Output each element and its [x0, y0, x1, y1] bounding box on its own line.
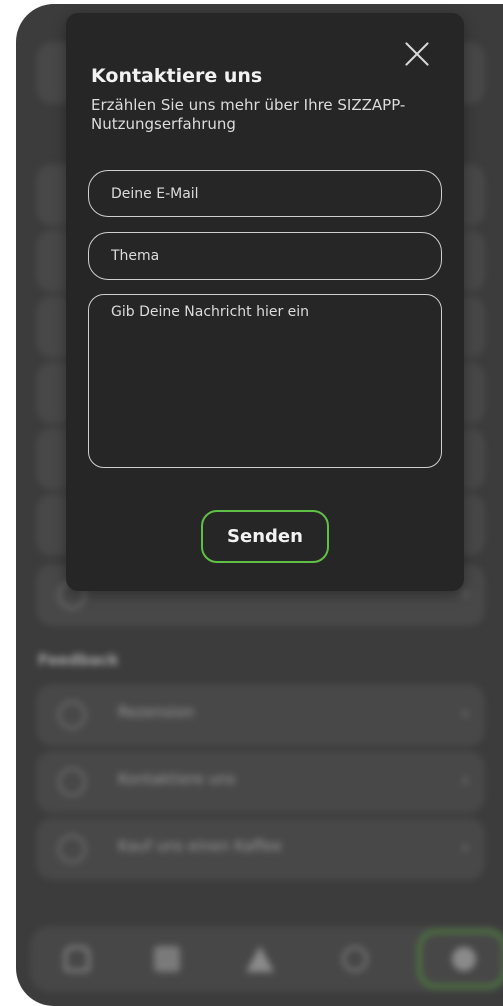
chevron-right-icon: ›	[461, 583, 469, 604]
settings-row-review[interactable]: Rezension ›	[36, 684, 485, 746]
send-button[interactable]: Senden	[201, 510, 329, 563]
mail-icon	[58, 768, 86, 796]
email-field[interactable]	[88, 170, 442, 217]
modal-subtitle: Erzählen Sie uns mehr über Ihre SIZZAPP-…	[91, 96, 406, 133]
chevron-right-icon: ›	[461, 837, 469, 858]
settings-row-label: Kontaktiere uns	[118, 770, 236, 788]
message-field[interactable]	[88, 294, 442, 468]
settings-row-coffee[interactable]: Kauf uns einen Kaffee ›	[36, 818, 485, 880]
chevron-right-icon: ›	[461, 770, 469, 791]
tab-settings[interactable]	[418, 930, 503, 988]
bottom-tab-bar	[30, 926, 503, 992]
home-icon[interactable]	[64, 946, 90, 972]
modal-title: Kontaktiere uns	[91, 65, 263, 87]
settings-row-label: Kauf uns einen Kaffee	[118, 837, 282, 855]
grid-icon[interactable]	[154, 946, 180, 972]
settings-row-label: Rezension	[118, 703, 195, 721]
chevron-right-icon: ›	[461, 703, 469, 724]
star-icon	[58, 701, 86, 729]
timer-icon[interactable]	[342, 946, 368, 972]
contact-modal: Kontaktiere uns Erzählen Sie uns mehr üb…	[66, 13, 464, 591]
settings-row-contact[interactable]: Kontaktiere uns ›	[36, 751, 485, 813]
coffee-icon	[58, 835, 86, 863]
settings-icon	[452, 947, 476, 971]
topic-field[interactable]	[88, 232, 442, 280]
close-icon[interactable]	[403, 40, 431, 68]
section-title-feedback: Feedback	[38, 651, 119, 669]
chef-icon[interactable]	[246, 946, 274, 972]
